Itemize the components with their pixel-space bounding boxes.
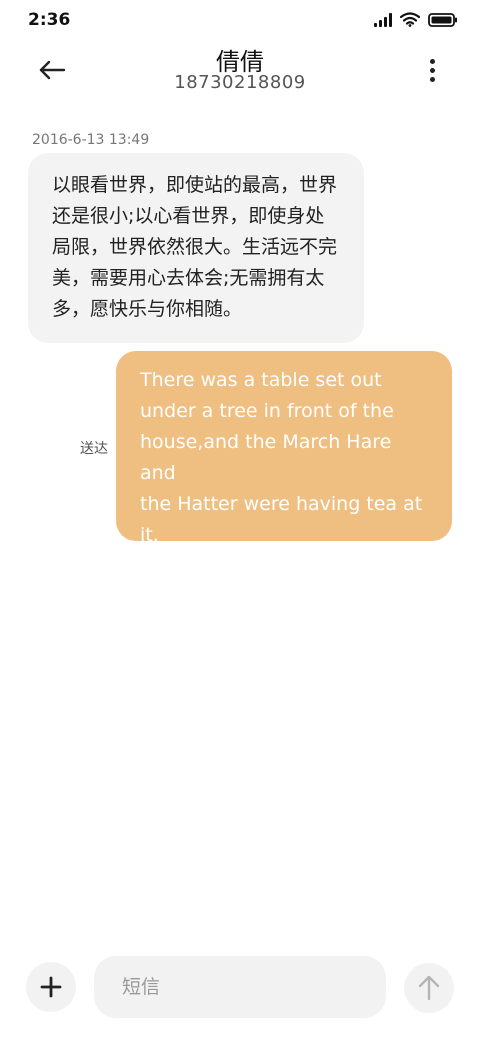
outgoing-message-bubble[interactable]: There was a table set out under a tree i… xyxy=(116,351,452,546)
message-line: house,and the March Hare and xyxy=(140,431,392,484)
battery-icon xyxy=(428,12,458,27)
status-icons xyxy=(374,12,458,27)
arrow-up-icon xyxy=(418,975,440,1001)
status-time: 2:36 xyxy=(28,10,71,30)
signal-icon xyxy=(374,12,392,27)
composer-bar xyxy=(0,955,480,1019)
status-bar: 2:36 xyxy=(0,0,480,40)
message-line: the Hatter were having tea at xyxy=(140,493,423,515)
incoming-message-bubble[interactable]: 以眼看世界，即使站的最高，世界 还是很小;以心看世界，即使身处 局限，世界依然很… xyxy=(28,153,364,343)
message-line: under a tree in front of the xyxy=(140,400,394,422)
message-line: 以眼看世界，即使站的最高，世界 xyxy=(52,174,338,196)
contact-phone-number: 18730218809 xyxy=(174,72,306,93)
message-line: 多，愿快乐与你相随。 xyxy=(52,298,243,320)
wifi-icon xyxy=(400,12,420,27)
message-line: There was a table set out xyxy=(140,369,382,391)
send-button[interactable] xyxy=(404,963,454,1013)
add-attachment-button[interactable] xyxy=(26,962,76,1012)
message-line: 美，需要用心去体会;无需拥有太 xyxy=(52,267,325,289)
message-line: it. xyxy=(140,524,159,546)
message-line: 还是很小;以心看世界，即使身处 xyxy=(52,205,325,227)
conversation-header: 倩倩 18730218809 xyxy=(0,40,480,110)
delivery-status: 送达 xyxy=(80,441,108,457)
more-vertical-icon xyxy=(429,58,435,64)
message-timestamp: 2016-6-13 13:49 xyxy=(32,132,150,148)
plus-icon xyxy=(40,976,62,998)
sms-input[interactable] xyxy=(94,956,386,1018)
message-line: 局限，世界依然很大。生活远不完 xyxy=(52,236,338,258)
more-options-button[interactable] xyxy=(420,54,444,86)
